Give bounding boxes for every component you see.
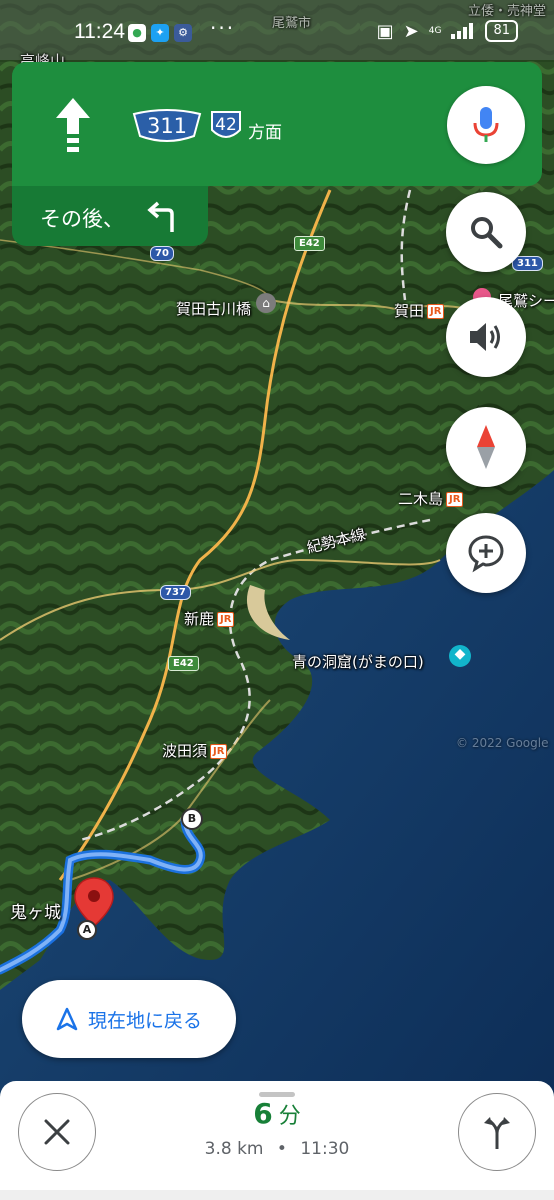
map-label-nigishima: 二木島 JR (398, 488, 464, 509)
volume-icon (470, 323, 500, 351)
map-watermark: © 2022 Google (456, 736, 549, 750)
navigation-arrow-icon (56, 1007, 78, 1031)
location-arrow-icon: ➤ (403, 20, 419, 42)
duration-value: 6 (253, 1097, 273, 1130)
recenter-button[interactable]: 現在地に戻る (22, 980, 236, 1058)
settings-notification-icon: ⚙ (174, 24, 192, 42)
map-label-kada: 賀田 JR (394, 300, 445, 321)
system-nav-strip (0, 1190, 554, 1200)
route-311-number: 311 (146, 114, 188, 138)
straight-arrow-icon (56, 98, 90, 152)
signal-icon (451, 23, 474, 39)
status-time: 11:24 (74, 20, 125, 43)
jr-icon: JR (217, 612, 235, 627)
road-tag-737: 737 (160, 585, 191, 600)
route-42-number: 42 (215, 115, 237, 135)
route-311-shield: 311 (130, 106, 204, 146)
report-incident-button[interactable] (446, 513, 526, 593)
add-comment-icon (468, 535, 504, 573)
arrival-time: 11:30 (300, 1139, 350, 1159)
map-label-kadakogawa-bridge: 賀田古川橋 (176, 300, 252, 318)
battery-indicator: 81 (485, 20, 518, 42)
search-button[interactable] (446, 192, 526, 272)
waypoint-a-marker[interactable]: A (77, 920, 97, 940)
network-type: 4G (428, 25, 442, 36)
direction-suffix: 方面 (248, 123, 282, 143)
status-bar: 11:24 ● ✦ ⚙ ··· ▣ ➤ 4G 81 (0, 0, 554, 62)
jr-icon: JR (446, 492, 464, 507)
voice-search-button[interactable] (447, 86, 525, 164)
cave-poi-icon[interactable]: ◆ (449, 643, 471, 665)
sound-button[interactable] (446, 297, 526, 377)
recenter-label: 現在地に戻る (87, 1009, 202, 1032)
road-tag-311: 311 (512, 256, 543, 271)
then-label: その後、 (40, 207, 124, 231)
trip-separator: • (276, 1139, 287, 1159)
search-icon (471, 217, 503, 249)
maps-notification-icon: ● (128, 24, 146, 42)
waypoint-b-marker[interactable]: B (181, 808, 203, 830)
road-tag-e42: E42 (294, 236, 325, 251)
map-label-shinshika: 新鹿 JR (184, 608, 235, 629)
road-tag-e42: E42 (168, 656, 199, 671)
duration-unit: 分 (278, 1104, 301, 1129)
map-label-onigajo: 鬼ヶ城 (10, 903, 61, 923)
fork-route-icon (484, 1117, 510, 1149)
jr-icon: JR (210, 744, 228, 759)
compass-icon (477, 425, 495, 469)
turn-left-icon (147, 201, 174, 232)
trip-distance: 3.8 km (204, 1139, 264, 1159)
bridge-icon: ⌂ (262, 296, 270, 310)
jr-icon: JR (427, 304, 445, 319)
navigation-instruction-banner[interactable]: 311 42 方面 (12, 62, 542, 186)
nfc-icon: ▣ (376, 20, 394, 42)
more-notifications-icon: ··· (210, 16, 236, 40)
next-instruction-banner[interactable]: その後、 (12, 186, 208, 246)
trip-summary-sheet[interactable]: 6分 3.8 km • 11:30 (0, 1081, 554, 1200)
compass-button[interactable] (446, 407, 526, 487)
alternate-routes-button[interactable] (458, 1093, 536, 1171)
road-tag-70: 70 (150, 246, 174, 261)
map-label-aono-doukutsu: 青の洞窟(がまの口) (292, 653, 424, 671)
microphone-icon (473, 107, 499, 142)
map-label-hatasu: 波田須 JR (162, 740, 228, 761)
route-42-shield: 42 (208, 108, 244, 144)
twitter-notification-icon: ✦ (151, 24, 169, 42)
